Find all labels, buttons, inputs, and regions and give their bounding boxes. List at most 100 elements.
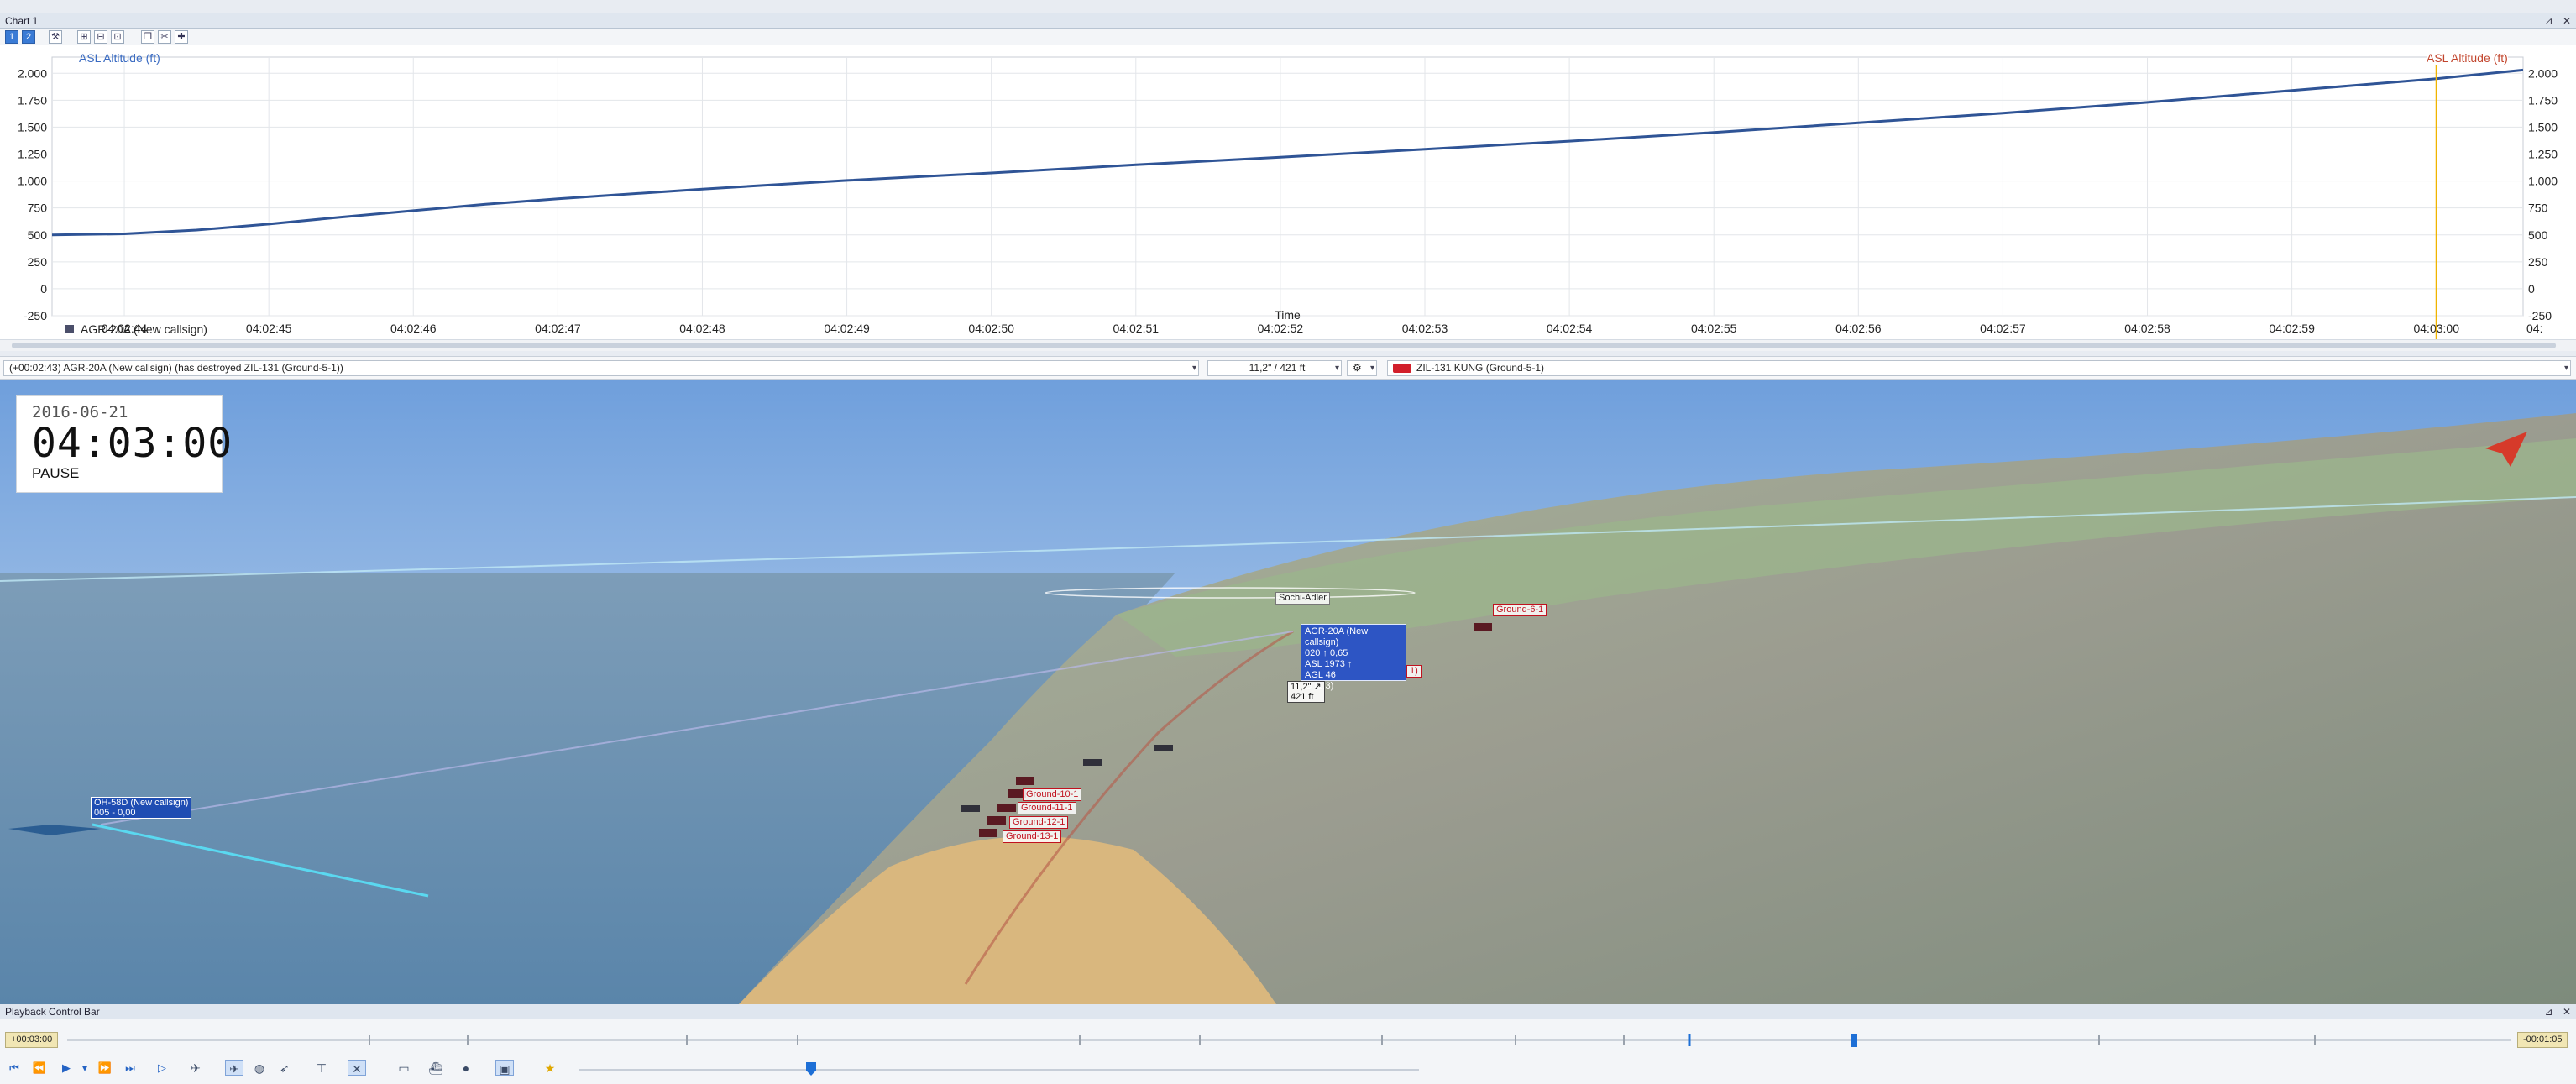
copy-icon[interactable]: ❐: [141, 30, 154, 44]
chart-mode-1-button[interactable]: 1: [5, 30, 18, 44]
unit-label-ground-partial[interactable]: 1): [1406, 665, 1422, 678]
chevron-down-icon[interactable]: ▾: [1192, 361, 1196, 375]
zoom-y-icon[interactable]: ⊡: [111, 30, 124, 44]
y-tick-label-right: -250: [2528, 309, 2552, 322]
target-text: ZIL-131 KUNG (Ground-5-1): [1416, 362, 1545, 374]
unit-label-ground-12[interactable]: Ground-12-1: [1009, 816, 1069, 829]
y-tick-label-left: 1.000: [18, 175, 47, 188]
chevron-down-icon[interactable]: ▾: [2564, 361, 2568, 375]
y-tick-label-left: 2.000: [18, 66, 47, 80]
3d-view[interactable]: 2016-06-21 04:03:00 PAUSE Sochi-Adler Gr…: [0, 380, 2576, 1004]
globe-icon[interactable]: ◍: [250, 1060, 269, 1076]
app-window: Chart 1 ⊿ ✕ 1 2 ⚒ ⊞ ⊟ ⊡ ❐ ✂ ✚ 2.000 2.000…: [0, 0, 2576, 1084]
x-tick-label: 04:02:55: [1691, 322, 1737, 335]
chart-toolbar: 1 2 ⚒ ⊞ ⊟ ⊡ ❐ ✂ ✚: [0, 29, 2576, 45]
star-icon[interactable]: ★: [541, 1060, 559, 1076]
unit-label-ground-11[interactable]: Ground-11-1: [1018, 802, 1076, 814]
distance-text: 11,2" / 421 ft: [1249, 362, 1306, 374]
helicopter-filter-icon[interactable]: ✈: [186, 1060, 205, 1076]
y-tick-label-left: 0: [40, 282, 47, 296]
clock-date: 2016-06-21: [32, 403, 128, 422]
unit-label-ground-13[interactable]: Ground-13-1: [1003, 830, 1062, 843]
y-tick-label-left: 500: [28, 228, 48, 242]
step-frame-icon[interactable]: ▷: [154, 1060, 170, 1076]
close-icon[interactable]: ✕: [2563, 1006, 2571, 1018]
y-tick-label-left: -250: [24, 309, 47, 322]
ship-filter-icon[interactable]: ⛴: [427, 1060, 445, 1076]
speed-slider-thumb[interactable]: [806, 1062, 816, 1076]
missile-filter-icon[interactable]: ➶: [275, 1060, 294, 1076]
unit-label-ground-10[interactable]: Ground-10-1: [1023, 788, 1082, 801]
altitude-chart: 2.000 2.000 1.750 1.750 1.500 1.500 1.250 1.250…: [18, 56, 2558, 339]
weapon-filter-icon[interactable]: ✕: [348, 1060, 366, 1076]
agr-info-box[interactable]: AGR-20A (New callsign) 020 ↑ 0,65 ASL 19…: [1301, 624, 1406, 691]
x-tick-label: 04:: [2526, 322, 2542, 335]
distance-field[interactable]: 11,2" / 421 ft ▾: [1207, 360, 1342, 376]
aircraft-filter-icon[interactable]: ✈: [225, 1060, 243, 1076]
x-tick-label: 04:02:47: [535, 322, 581, 335]
remove-series-icon[interactable]: ✂: [158, 30, 171, 44]
tower-icon[interactable]: ⊤: [312, 1060, 331, 1076]
chevron-down-icon[interactable]: ▾: [1370, 361, 1374, 375]
clock-overlay: 2016-06-21 04:03:00 PAUSE: [16, 395, 233, 493]
zoom-fit-icon[interactable]: ⊞: [77, 30, 91, 44]
target-select[interactable]: ZIL-131 KUNG (Ground-5-1) ▾: [1387, 360, 2571, 376]
x-tick-label: 04:02:53: [1402, 322, 1448, 335]
camera-icon: ⚙: [1353, 362, 1362, 374]
helicopter-info: 005 - 0,00: [94, 808, 136, 818]
skip-start-icon[interactable]: ⏮: [7, 1060, 22, 1076]
chart-horizontal-scrollbar[interactable]: [0, 339, 2576, 351]
zoom-x-icon[interactable]: ⊟: [94, 30, 107, 44]
skip-end-icon[interactable]: ⏭: [123, 1060, 138, 1076]
add-series-icon[interactable]: ✚: [175, 30, 188, 44]
chart-mode-2-button[interactable]: 2: [22, 30, 35, 44]
pin-icon[interactable]: ⊿: [2545, 1006, 2553, 1018]
right-axis-title: ASL Altitude (ft): [2427, 51, 2508, 65]
sphere-icon[interactable]: ●: [457, 1060, 475, 1076]
x-tick-label: 04:02:56: [1835, 322, 1882, 335]
helicopter-label[interactable]: OH-58D (New callsign) 005 - 0,00: [91, 797, 192, 819]
scrollbar-thumb[interactable]: [12, 343, 2556, 348]
info-line: AGL 46: [1305, 670, 1336, 680]
rewind-icon[interactable]: ⏪: [32, 1060, 47, 1076]
x-axis-title: Time: [1275, 308, 1301, 322]
y-tick-label-right: 250: [2528, 255, 2548, 269]
vehicle-filter-icon[interactable]: ▭: [395, 1060, 413, 1076]
pin-icon[interactable]: ⊿: [2545, 15, 2553, 27]
play-icon[interactable]: ▶: [59, 1060, 74, 1076]
y-tick-label-right: 0: [2528, 282, 2535, 296]
chevron-down-icon[interactable]: ▾: [1335, 361, 1339, 375]
close-icon[interactable]: ✕: [2563, 15, 2571, 27]
x-tick-label: 04:02:48: [679, 322, 725, 335]
x-tick-label: 04:02:45: [246, 322, 292, 335]
y-tick-label-right: 1.500: [2528, 120, 2558, 134]
clock-time: 04:03:00: [32, 420, 233, 467]
chart-legend[interactable]: AGR-20A (New callsign): [65, 322, 207, 336]
legend-label: AGR-20A (New callsign): [81, 322, 207, 336]
event-select[interactable]: (+00:02:43) AGR-20A (New callsign) (has …: [3, 360, 1199, 376]
info-line: 020 ↑ 0,65: [1305, 648, 1348, 658]
legend-swatch: [65, 325, 74, 333]
timeline-playhead[interactable]: [1851, 1034, 1857, 1047]
playback-titlebar: Playback Control Bar ⊿ ✕: [0, 1004, 2576, 1019]
fast-forward-icon[interactable]: ⏩: [97, 1060, 113, 1076]
x-tick-label: 04:02:57: [1980, 322, 2026, 335]
info-line: ASL 1973 ↑: [1305, 659, 1353, 669]
display-mode-icon[interactable]: ▣: [495, 1060, 514, 1076]
y-tick-label-left: 750: [28, 202, 48, 215]
wrench-icon[interactable]: ⚒: [49, 30, 62, 44]
unit-label-ground-6[interactable]: Ground-6-1: [1493, 604, 1547, 616]
position-readout: 11,2" ↗ 421 ft: [1287, 681, 1325, 703]
y-tick-label-left: 1.750: [18, 93, 47, 107]
y-tick-label-left: 250: [28, 255, 48, 269]
chart-panel-titlebar: Chart 1 ⊿ ✕: [0, 13, 2576, 29]
chart-area[interactable]: 2.000 2.000 1.750 1.750 1.500 1.500 1.250 1.250…: [0, 45, 2576, 339]
y-tick-label-left: 1.500: [18, 120, 47, 134]
x-tick-label: 04:02:58: [2124, 322, 2170, 335]
y-tick-label-right: 1.000: [2528, 175, 2558, 188]
play-dropdown-icon[interactable]: ▾: [77, 1060, 92, 1076]
timeline-track[interactable]: [67, 1033, 2511, 1048]
speed-slider-track[interactable]: [579, 1069, 1419, 1071]
camera-mode-button[interactable]: ⚙ ▾: [1347, 360, 1377, 376]
airport-label[interactable]: Sochi-Adler: [1275, 592, 1330, 605]
